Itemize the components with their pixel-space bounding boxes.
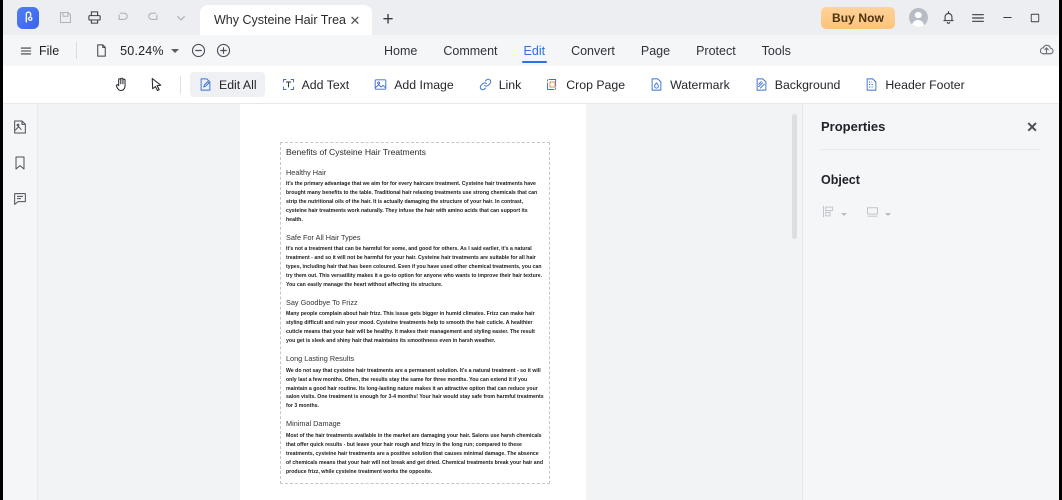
edit-all-icon	[198, 77, 213, 92]
add-text-label: Add Text	[301, 77, 350, 92]
zoom-controls: 50.24%	[90, 40, 235, 62]
save-icon[interactable]	[52, 5, 78, 31]
left-sidebar	[3, 104, 38, 500]
add-image-icon	[373, 77, 388, 92]
link-icon	[478, 77, 493, 92]
tab-comment[interactable]: Comment	[430, 35, 510, 66]
section-body: It's the primary advantage that we aim f…	[286, 181, 538, 223]
bell-icon[interactable]	[935, 5, 961, 31]
object-section-title: Object	[821, 173, 860, 187]
close-icon[interactable]: ✕	[346, 11, 364, 29]
document-canvas[interactable]: Benefits of Cysteine Hair Treatments Hea…	[38, 104, 802, 500]
distribute-objects-dropdown[interactable]	[865, 204, 891, 224]
edit-all-label: Edit All	[219, 77, 257, 92]
chevron-down-icon[interactable]	[885, 212, 891, 216]
comment-icon[interactable]	[9, 188, 31, 210]
link-button[interactable]: Link	[470, 72, 530, 97]
section-heading: Safe For All Hair Types	[286, 232, 361, 242]
cloud-upload-icon[interactable]	[1038, 41, 1055, 63]
hamburger-menu-icon[interactable]	[965, 5, 991, 31]
watermark-label: Watermark	[670, 77, 730, 92]
align-icon	[821, 204, 836, 224]
watermark-button[interactable]: Watermark	[641, 72, 738, 97]
header-footer-icon	[864, 77, 879, 92]
chevron-down-icon[interactable]	[168, 5, 194, 31]
add-text-icon	[281, 77, 296, 92]
section-heading: Say Goodbye To Frizz	[286, 297, 358, 307]
tab-page[interactable]: Page	[628, 35, 683, 66]
section-heading: Long Lasting Results	[286, 354, 355, 364]
section-heading: Healthy Hair	[286, 167, 327, 177]
section-body: Most of the hair treatments available in…	[286, 432, 544, 475]
tab-tools[interactable]: Tools	[749, 35, 804, 66]
pdfelement-logo-icon	[17, 6, 39, 29]
zoom-out-button[interactable]	[188, 40, 210, 62]
watermark-icon	[649, 77, 664, 92]
window-controls: Buy Now	[820, 0, 1047, 35]
add-text-button[interactable]: Add Text	[273, 72, 358, 97]
zoom-level-value[interactable]: 50.24%	[120, 44, 164, 58]
crop-page-button[interactable]: Crop Page	[537, 72, 633, 97]
crop-page-icon	[545, 77, 560, 92]
background-label: Background	[774, 77, 841, 92]
add-image-label: Add Image	[394, 77, 454, 92]
select-tool-button[interactable]	[142, 72, 171, 97]
background-button[interactable]: Background	[746, 72, 849, 97]
document-tab[interactable]: Why Cysteine Hair Treat... ✕	[200, 5, 372, 35]
section-body: We do not say that cysteine hair treatme…	[286, 367, 544, 410]
object-controls-row	[821, 204, 1041, 224]
title-bar: Why Cysteine Hair Treat... ✕ + Buy Now	[3, 0, 1059, 35]
distribute-icon	[865, 204, 880, 224]
vertical-scrollbar[interactable]	[792, 114, 797, 239]
print-icon[interactable]	[81, 5, 107, 31]
section-heading: Minimal Damage	[286, 419, 341, 429]
bookmark-icon[interactable]	[9, 152, 31, 174]
file-menu-button[interactable]: File	[3, 44, 59, 58]
chevron-down-icon[interactable]	[841, 212, 847, 216]
account-avatar-icon[interactable]	[905, 5, 931, 31]
close-icon[interactable]: ✕	[1023, 117, 1041, 137]
application-window: Why Cysteine Hair Treat... ✕ + Buy Now F…	[0, 0, 1062, 500]
thumbnails-icon[interactable]	[9, 116, 31, 138]
toolbar-divider	[180, 75, 181, 94]
document-title: Benefits of Cysteine Hair Treatments	[286, 147, 426, 157]
zoom-dropdown-caret-icon[interactable]	[170, 48, 179, 53]
background-icon	[754, 77, 769, 92]
tab-edit[interactable]: Edit	[511, 35, 559, 66]
buy-now-button[interactable]: Buy Now	[820, 6, 895, 29]
file-menu-label: File	[39, 43, 60, 58]
quick-access-toolbar	[3, 0, 194, 35]
section-body: Many people complain about hair frizz. T…	[286, 311, 535, 345]
minimize-button[interactable]	[995, 6, 1019, 30]
menu-bar: File 50.24% Home Comment Edit Convert Pa…	[3, 35, 1059, 66]
menu-divider	[76, 42, 78, 59]
document-page[interactable]: Benefits of Cysteine Hair Treatments Hea…	[240, 104, 586, 500]
ribbon-tab-bar: Home Comment Edit Convert Page Protect T…	[371, 35, 804, 66]
crop-page-label: Crop Page	[566, 77, 626, 92]
section-body: It's not a treatment that can be harmful…	[286, 246, 543, 288]
undo-icon[interactable]	[110, 5, 136, 31]
tab-protect[interactable]: Protect	[683, 35, 749, 66]
tab-home[interactable]: Home	[371, 35, 430, 66]
maximize-button[interactable]	[1023, 6, 1047, 30]
edit-toolbar: Edit All Add Text Add Image Link Crop Pa	[3, 66, 1059, 104]
document-tab-title: Why Cysteine Hair Treat...	[214, 13, 346, 27]
properties-header: Properties ✕	[821, 104, 1041, 150]
edit-all-button[interactable]: Edit All	[190, 72, 265, 97]
editable-text-block[interactable]: Benefits of Cysteine Hair Treatments Hea…	[280, 142, 550, 484]
tab-convert[interactable]: Convert	[558, 35, 628, 66]
main-body: Benefits of Cysteine Hair Treatments Hea…	[3, 104, 1059, 500]
hand-tool-button[interactable]	[107, 72, 136, 97]
zoom-in-button[interactable]	[213, 40, 235, 62]
header-footer-button[interactable]: Header Footer	[856, 72, 972, 97]
properties-panel: Properties ✕ Object	[802, 104, 1059, 500]
page-fit-icon[interactable]	[90, 40, 112, 62]
link-label: Link	[498, 77, 522, 92]
align-objects-dropdown[interactable]	[821, 204, 847, 224]
header-footer-label: Header Footer	[885, 77, 965, 92]
add-image-button[interactable]: Add Image	[365, 72, 461, 97]
properties-title: Properties	[821, 119, 886, 134]
redo-icon[interactable]	[139, 5, 165, 31]
new-tab-button[interactable]: +	[377, 8, 399, 30]
